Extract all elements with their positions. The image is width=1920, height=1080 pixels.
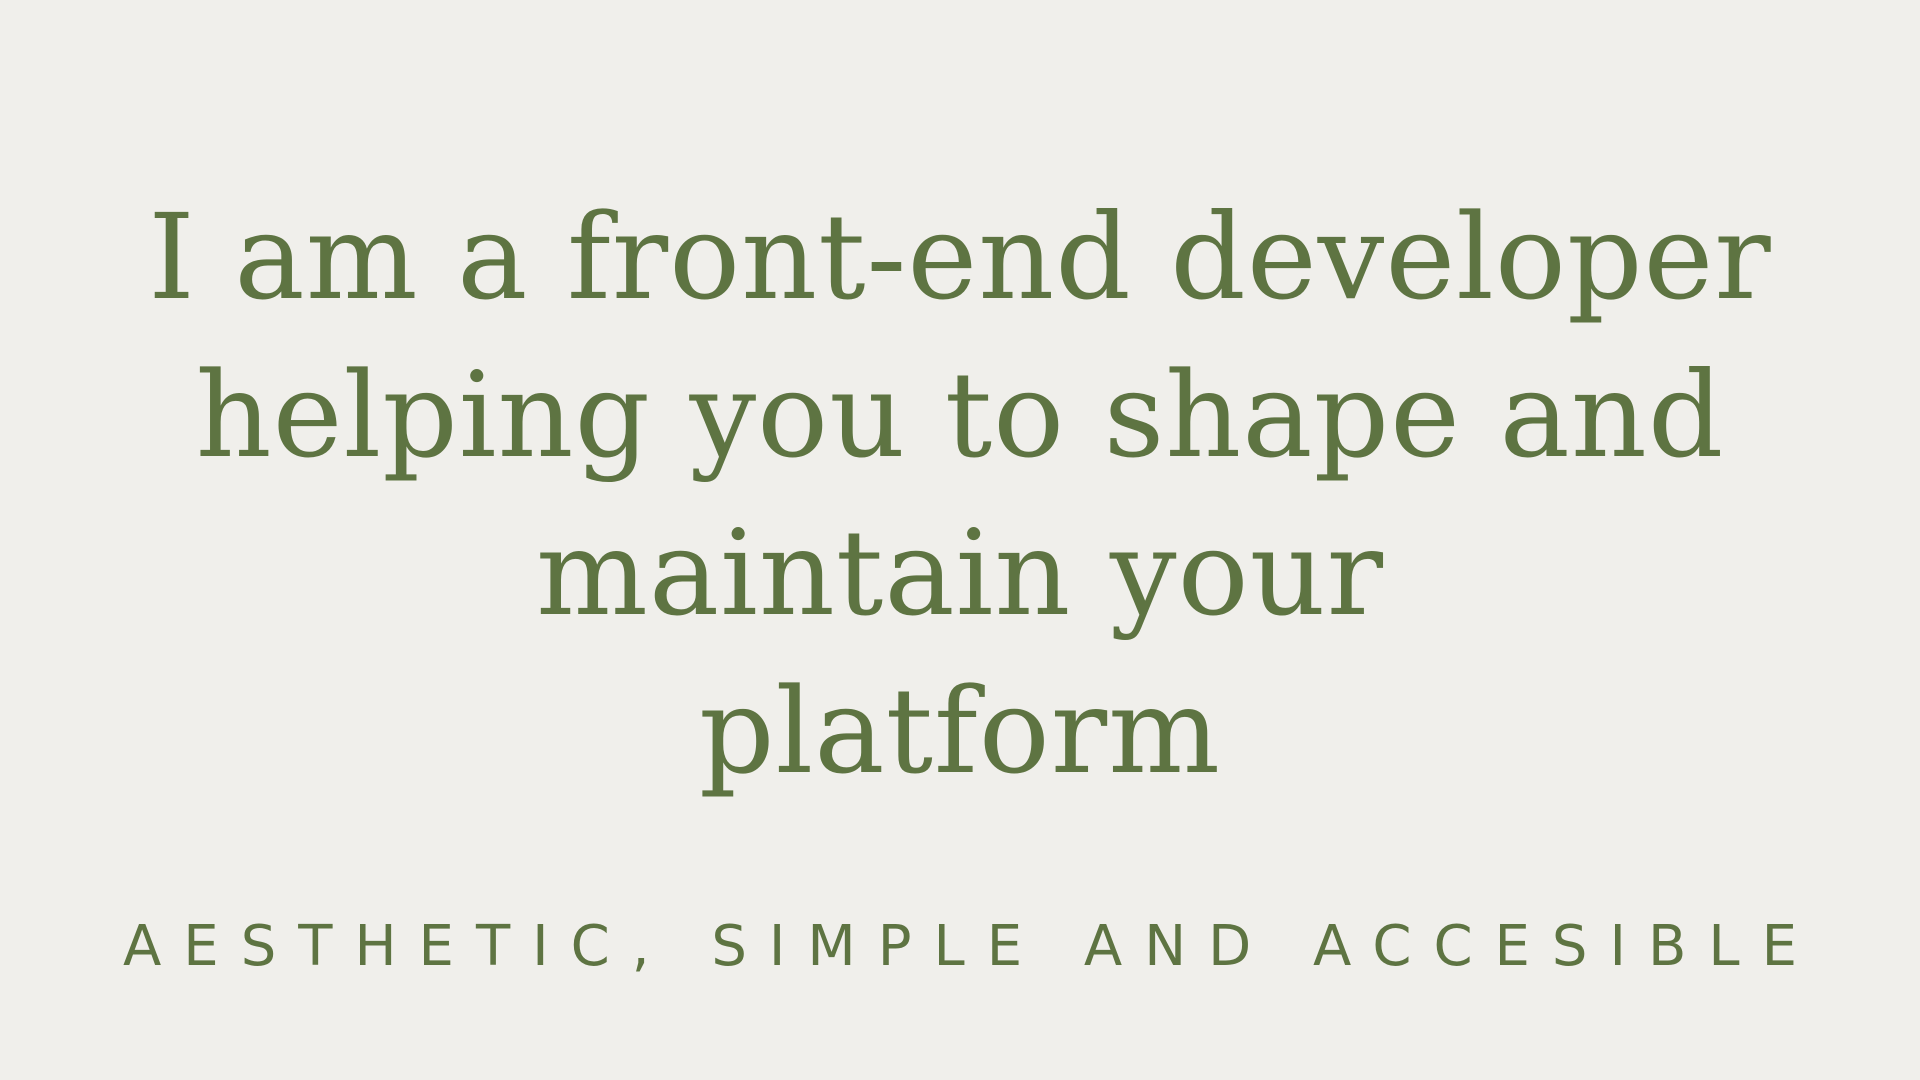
- hero-headline: I am a front-end developer helping you t…: [0, 178, 1920, 810]
- headline-line-1: I am a front-end developer: [148, 188, 1772, 326]
- headline-line-2: helping you to shape and: [195, 346, 1725, 484]
- headline-line-3: maintain your: [535, 504, 1385, 642]
- headline-line-4: platform: [698, 662, 1222, 800]
- hero-section: I am a front-end developer helping you t…: [0, 0, 1920, 1080]
- hero-tagline: AESTHETIC, SIMPLE AND ACCESIBLE: [123, 914, 1819, 979]
